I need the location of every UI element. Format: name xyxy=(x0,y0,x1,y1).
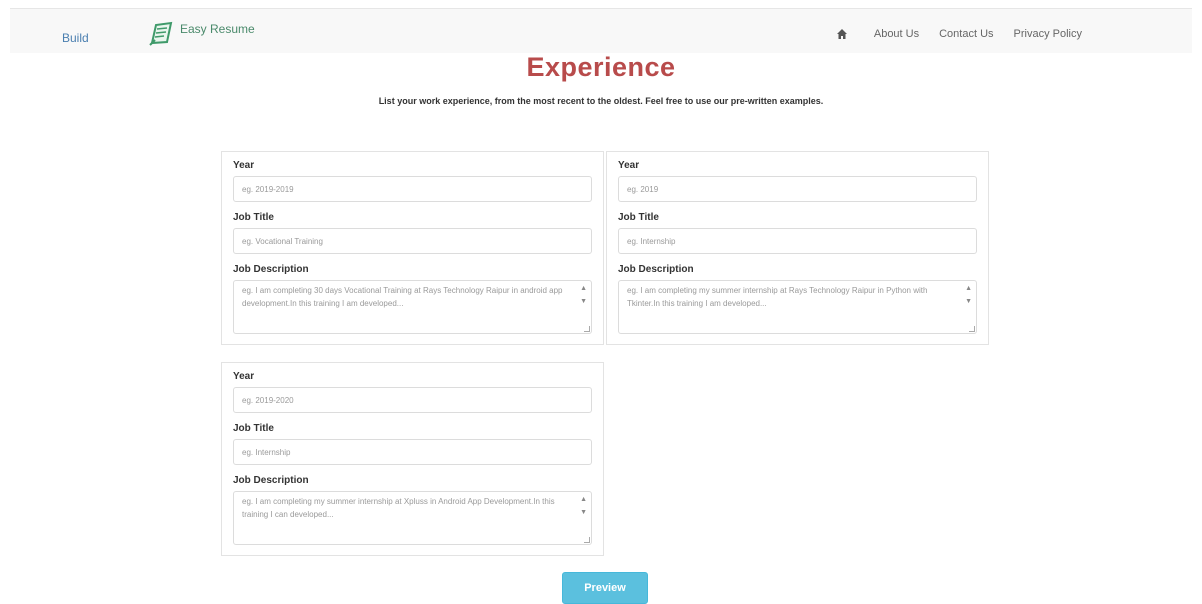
year-label: Year xyxy=(233,371,255,382)
nav-contact-us[interactable]: Contact Us xyxy=(939,28,993,40)
top-navbar: Build Easy Resume About Us Contact Us Pr… xyxy=(10,8,1192,53)
nav-menu: About Us Contact Us Privacy Policy xyxy=(836,28,1082,40)
job-description-textarea[interactable] xyxy=(618,280,977,334)
scroll-down-arrow-icon[interactable]: ▼ xyxy=(580,509,587,516)
experience-card-2: Year Job Title Job Description ▲ ▼ xyxy=(606,151,989,345)
nav-privacy-policy[interactable]: Privacy Policy xyxy=(1014,28,1082,40)
resize-grip-icon[interactable] xyxy=(969,326,975,332)
scroll-up-arrow-icon[interactable]: ▲ xyxy=(580,496,587,503)
page-subtitle: List your work experience, from the most… xyxy=(378,96,824,106)
resize-grip-icon[interactable] xyxy=(584,326,590,332)
job-title-label: Job Title xyxy=(618,212,659,223)
year-label: Year xyxy=(233,160,255,171)
scroll-down-arrow-icon[interactable]: ▼ xyxy=(580,298,587,305)
nav-about-us[interactable]: About Us xyxy=(874,28,919,40)
resume-logo-icon[interactable] xyxy=(146,19,176,49)
year-input[interactable] xyxy=(233,176,592,202)
home-icon[interactable] xyxy=(836,28,848,40)
experience-card-3: Year Job Title Job Description ▲ ▼ xyxy=(221,362,604,556)
year-input[interactable] xyxy=(618,176,977,202)
job-title-input[interactable] xyxy=(618,228,977,254)
logo-text[interactable]: Easy Resume xyxy=(180,22,255,36)
preview-button[interactable]: Preview xyxy=(562,572,648,604)
job-title-label: Job Title xyxy=(233,423,274,434)
page-title: Experience xyxy=(526,52,676,82)
resize-grip-icon[interactable] xyxy=(584,537,590,543)
job-title-label: Job Title xyxy=(233,212,274,223)
year-input[interactable] xyxy=(233,387,592,413)
build-link[interactable]: Build xyxy=(62,31,89,45)
job-description-label: Job Description xyxy=(233,475,309,486)
job-description-textarea[interactable] xyxy=(233,491,592,545)
job-title-input[interactable] xyxy=(233,228,592,254)
job-title-input[interactable] xyxy=(233,439,592,465)
job-description-label: Job Description xyxy=(618,264,694,275)
year-label: Year xyxy=(618,160,640,171)
job-description-label: Job Description xyxy=(233,264,309,275)
experience-card-1: Year Job Title Job Description ▲ ▼ xyxy=(221,151,604,345)
scroll-up-arrow-icon[interactable]: ▲ xyxy=(965,285,972,292)
scroll-down-arrow-icon[interactable]: ▼ xyxy=(965,298,972,305)
job-description-textarea[interactable] xyxy=(233,280,592,334)
scroll-up-arrow-icon[interactable]: ▲ xyxy=(580,285,587,292)
